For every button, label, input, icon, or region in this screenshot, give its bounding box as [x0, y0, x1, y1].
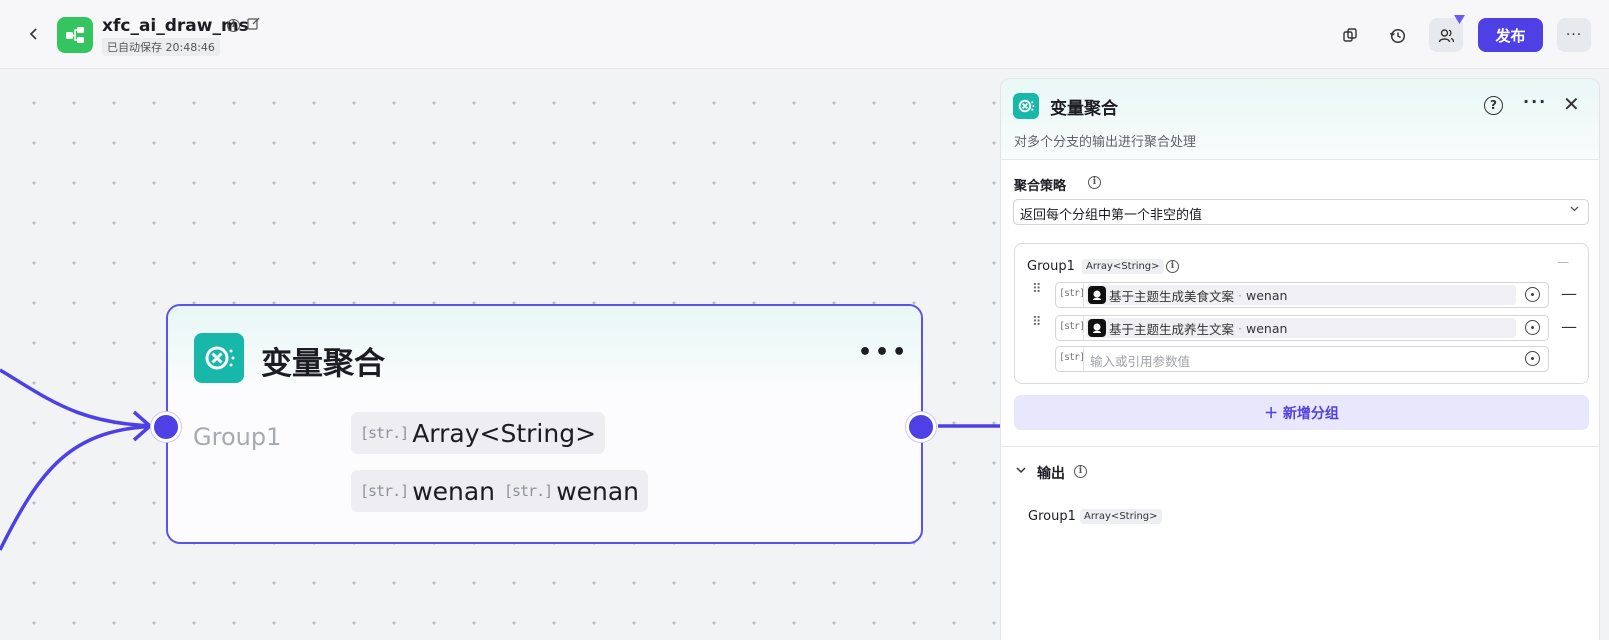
back-button[interactable]: [22, 22, 46, 46]
workflow-canvas[interactable]: 变量聚合 ••• Group1 [str.] Array<String> [st…: [0, 70, 1000, 640]
panel-description[interactable]: 对多个分支的输出进行聚合处理: [1014, 131, 1196, 150]
publish-button[interactable]: 发布: [1478, 18, 1543, 52]
group-variable-row-empty: [str] 输入或引用参数值: [1015, 346, 1588, 372]
node-group-type-chip: [str.] Array<String>: [351, 412, 606, 454]
string-type-icon: [str.]: [360, 482, 409, 500]
drag-handle-icon[interactable]: ⠿: [1032, 283, 1042, 296]
more-menu-button[interactable]: ···: [1557, 18, 1591, 52]
string-type-icon: [str]: [1059, 288, 1085, 299]
variable-aggregator-node[interactable]: 变量聚合 ••• Group1 [str.] Array<String> [st…: [151, 304, 936, 544]
copy-icon-button[interactable]: [1333, 18, 1367, 52]
ref-var-name: wenan: [1246, 287, 1288, 303]
node-var-name: wenan: [556, 476, 640, 506]
strategy-select[interactable]: 返回每个分组中第一个非空的值: [1013, 199, 1589, 225]
reference-target-icon[interactable]: [1525, 287, 1540, 302]
ref-source-name: 基于主题生成美食文案: [1109, 288, 1235, 304]
reference-target-icon[interactable]: [1525, 351, 1540, 366]
node-var-chip: [str.] wenan: [351, 470, 505, 512]
output-port[interactable]: [906, 412, 936, 442]
node-var-chip: [str.] wenan: [495, 470, 649, 512]
variable-ref-chip[interactable]: 基于主题生成美食文案 · wenan: [1086, 285, 1516, 305]
chevron-down-icon[interactable]: [1015, 464, 1027, 479]
workflow-logo-icon: [57, 17, 93, 53]
info-icon[interactable]: i: [1166, 260, 1179, 273]
string-type-icon: [str.]: [360, 424, 409, 442]
string-type-icon: [str]: [1059, 352, 1085, 363]
string-type-icon: [str.]: [504, 482, 553, 500]
string-type-icon: [str]: [1059, 321, 1085, 332]
variable-ref-input[interactable]: [str] 基于主题生成养生文案 · wenan: [1055, 315, 1549, 341]
panel-title[interactable]: 变量聚合: [1050, 94, 1118, 119]
autosave-status: 已自动保存 20:48:46: [102, 38, 220, 56]
source-node-avatar-icon: [1088, 319, 1106, 337]
input-placeholder: 输入或引用参数值: [1090, 354, 1191, 369]
group-variable-row: ⠿ [str] 基于主题生成养生文案 · wenan —: [1015, 315, 1588, 341]
remove-row-icon[interactable]: —: [1561, 317, 1577, 336]
help-icon[interactable]: ?: [1484, 96, 1503, 115]
chevron-down-icon: [1569, 203, 1580, 217]
edit-icon[interactable]: [247, 17, 260, 34]
divider: [1001, 446, 1599, 447]
panel-more-button[interactable]: ···: [1523, 92, 1547, 111]
drag-handle-icon[interactable]: ⠿: [1032, 316, 1042, 329]
node-title: 变量聚合: [261, 346, 385, 382]
strategy-label: 聚合策略: [1014, 179, 1067, 194]
close-icon[interactable]: ✕: [1563, 92, 1580, 116]
ref-source-name: 基于主题生成养生文案: [1109, 321, 1235, 337]
ref-var-name: wenan: [1246, 320, 1288, 336]
source-node-avatar-icon: [1088, 286, 1106, 304]
info-icon[interactable]: i: [1074, 465, 1087, 478]
info-icon[interactable]: i: [227, 19, 240, 32]
node-var-name: wenan: [412, 476, 496, 506]
variable-ref-chip[interactable]: 基于主题生成养生文案 · wenan: [1086, 318, 1516, 338]
group-card: Group1 Array<String> i — ⠿ [str] 基于主题生成美…: [1014, 243, 1589, 384]
history-icon-button[interactable]: [1380, 18, 1414, 52]
node-config-panel: 变量聚合 对多个分支的输出进行聚合处理 ? ··· ✕ 聚合策略 i 返回每个分…: [1000, 78, 1600, 640]
node-more-button[interactable]: •••: [858, 340, 909, 365]
output-name: Group1: [1028, 509, 1076, 524]
info-icon[interactable]: i: [1088, 176, 1101, 189]
output-type-badge: Array<String>: [1080, 509, 1162, 524]
input-port[interactable]: [151, 412, 181, 442]
remove-row-icon[interactable]: —: [1561, 284, 1577, 303]
reference-target-icon[interactable]: [1525, 320, 1540, 335]
remove-group-icon[interactable]: —: [1557, 255, 1569, 269]
panel-header: 变量聚合 对多个分支的输出进行聚合处理 ? ··· ✕: [1001, 79, 1599, 160]
top-bar: xfc_ai_draw_ms i 已自动保存 20:48:46 发布 ···: [0, 0, 1609, 69]
variable-aggregate-icon: [1013, 93, 1039, 119]
node-group-type: Array<String>: [412, 418, 597, 448]
group-variable-row: ⠿ [str] 基于主题生成美食文案 · wenan —: [1015, 282, 1588, 308]
output-section-title[interactable]: 输出: [1037, 463, 1065, 483]
group-name[interactable]: Group1: [1027, 259, 1075, 274]
add-group-button[interactable]: ＋ 新增分组: [1014, 395, 1589, 430]
incoming-edge-1: [0, 368, 161, 428]
variable-value-input[interactable]: [str] 输入或引用参数值: [1055, 346, 1549, 372]
premium-badge-icon: [1454, 15, 1465, 24]
variable-ref-input[interactable]: [str] 基于主题生成美食文案 · wenan: [1055, 282, 1549, 308]
variable-aggregate-icon: [194, 333, 244, 383]
strategy-value: 返回每个分组中第一个非空的值: [1020, 208, 1203, 223]
incoming-edge-2: [0, 424, 161, 551]
collaborators-button[interactable]: [1429, 15, 1465, 52]
node-group-name: Group1: [193, 423, 282, 451]
group-type-badge: Array<String>: [1082, 259, 1164, 274]
